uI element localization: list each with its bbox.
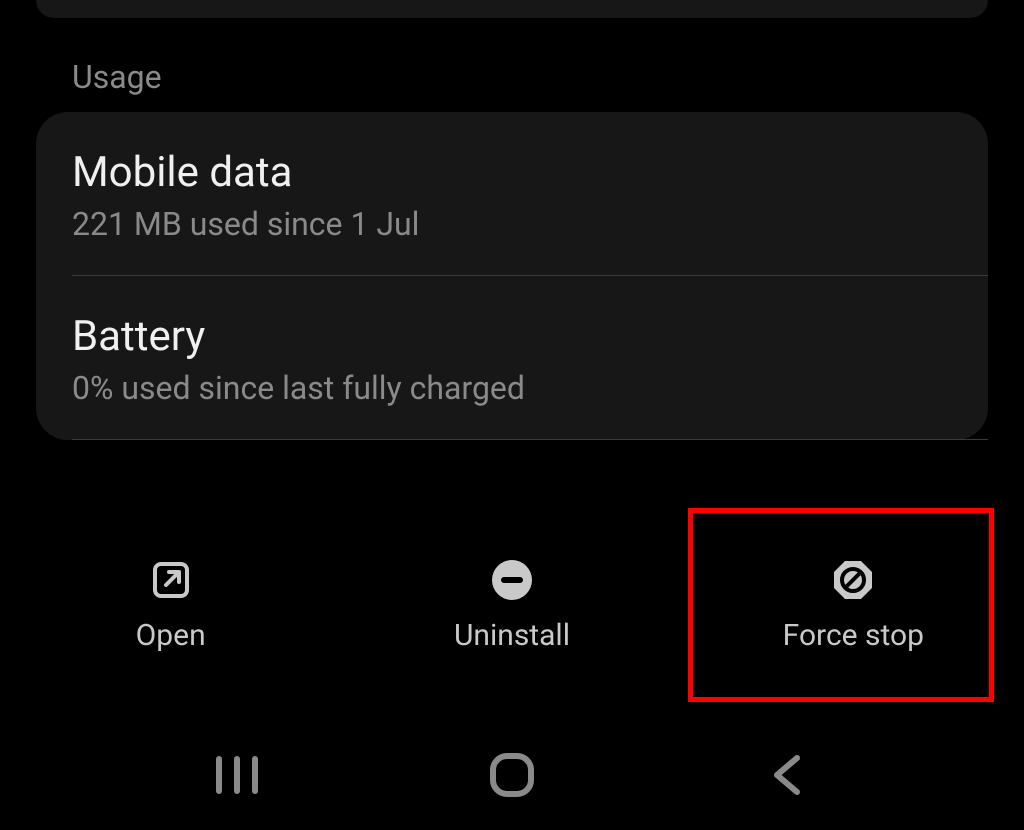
usage-card: Mobile data 221 MB used since 1 Jul Batt… — [36, 112, 988, 440]
recents-icon — [212, 755, 262, 795]
home-icon — [489, 752, 535, 798]
action-bar: Open Uninstall Force stop — [0, 530, 1024, 680]
force-stop-button[interactable]: Force stop — [683, 530, 1024, 680]
back-button[interactable] — [747, 735, 827, 815]
section-header-usage: Usage — [72, 58, 162, 96]
back-icon — [767, 752, 807, 798]
open-icon — [149, 558, 193, 602]
mobile-data-item[interactable]: Mobile data 221 MB used since 1 Jul — [36, 112, 988, 275]
navigation-bar — [0, 720, 1024, 830]
home-button[interactable] — [472, 735, 552, 815]
battery-title: Battery — [72, 312, 952, 361]
uninstall-icon — [490, 558, 534, 602]
mobile-data-subtitle: 221 MB used since 1 Jul — [72, 205, 952, 243]
recents-button[interactable] — [197, 735, 277, 815]
force-stop-label: Force stop — [783, 618, 924, 653]
card-edge — [36, 0, 988, 18]
force-stop-icon — [831, 558, 875, 602]
battery-item[interactable]: Battery 0% used since last fully charged — [36, 276, 988, 439]
open-label: Open — [136, 618, 206, 653]
uninstall-label: Uninstall — [454, 618, 570, 653]
mobile-data-title: Mobile data — [72, 148, 952, 197]
uninstall-button[interactable]: Uninstall — [341, 530, 682, 680]
battery-subtitle: 0% used since last fully charged — [72, 369, 952, 407]
divider — [72, 439, 988, 440]
open-button[interactable]: Open — [0, 530, 341, 680]
